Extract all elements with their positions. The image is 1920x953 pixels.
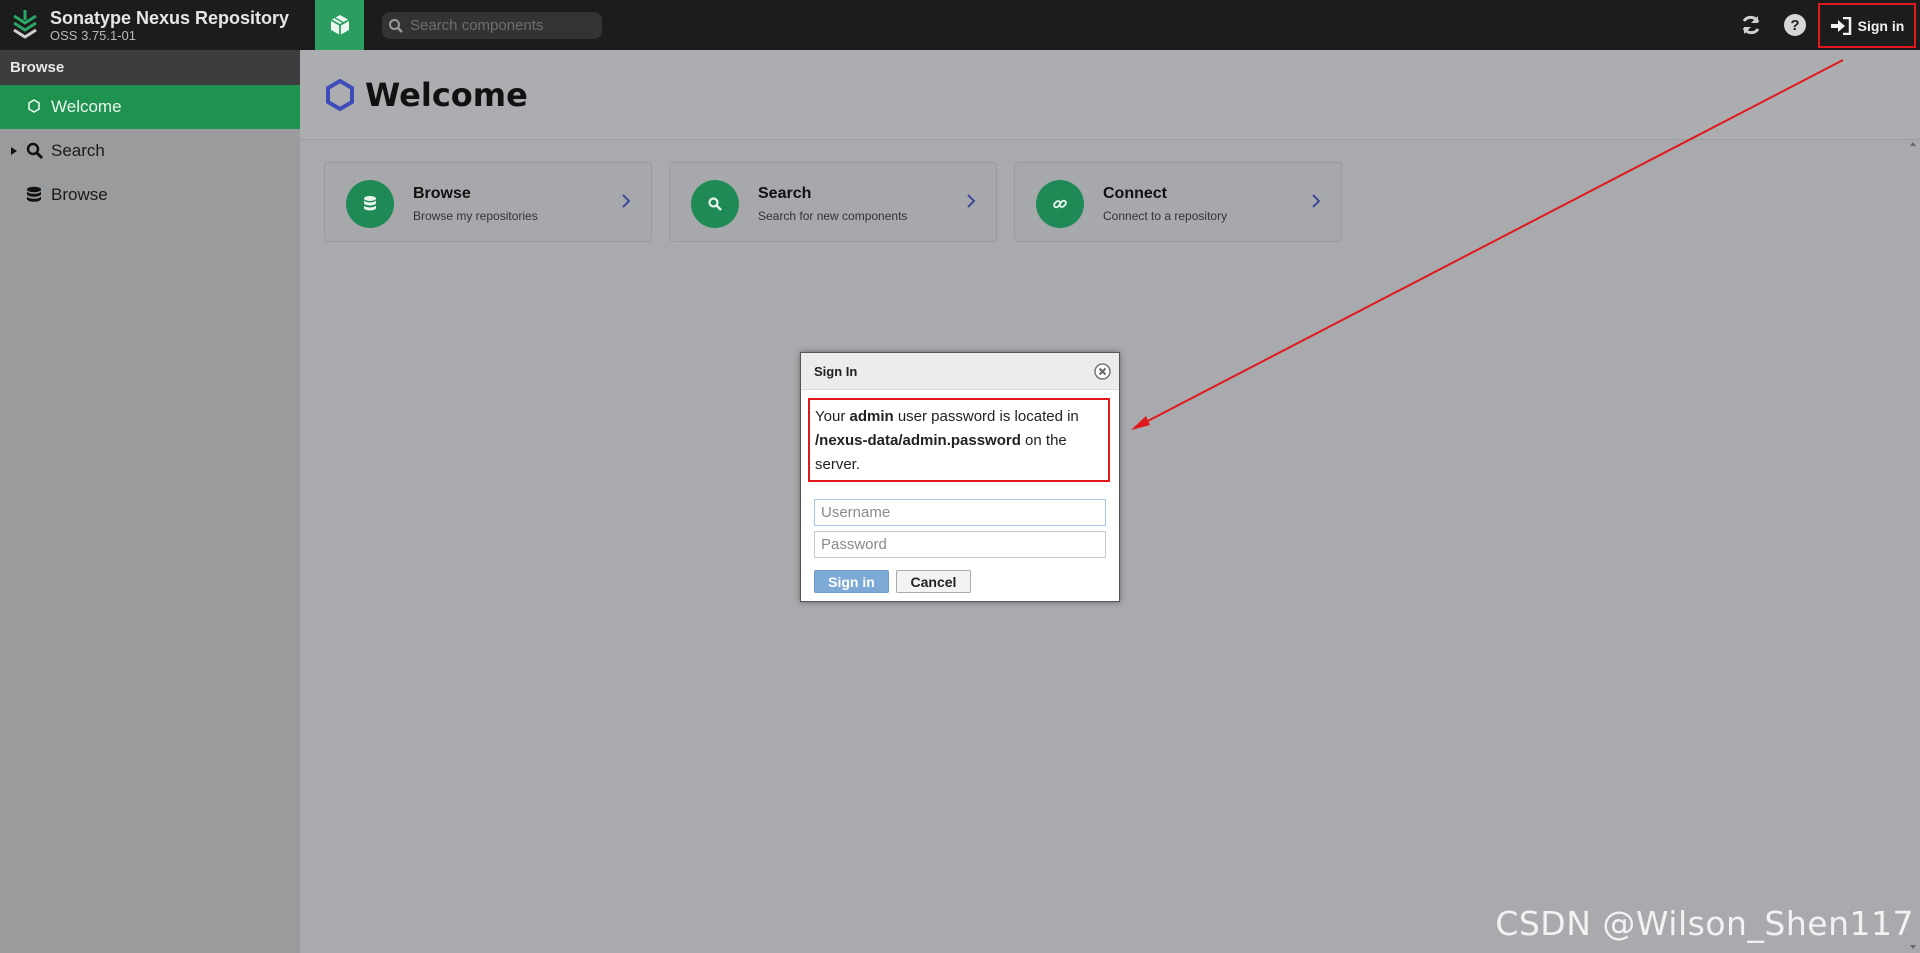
brand[interactable]: Sonatype Nexus Repository OSS 3.75.1-01 [10, 6, 289, 44]
page-title: Welcome [365, 75, 528, 114]
search-icon [26, 142, 44, 160]
notice-text: user password is located in [893, 408, 1079, 425]
connect-card-icon-circle [1036, 180, 1084, 228]
card-title: Search [758, 185, 812, 202]
sign-in-dialog: Sign In Your admin user password is loca… [800, 352, 1120, 602]
sign-in-button[interactable]: Sign in [814, 570, 889, 593]
page-header: Welcome [300, 50, 1920, 140]
scroll-down-arrow[interactable] [1910, 945, 1916, 949]
sidebar-item-welcome[interactable]: Welcome [0, 85, 300, 129]
top-header: Sonatype Nexus Repository OSS 3.75.1-01 … [0, 0, 1920, 50]
chevron-right-icon [622, 194, 631, 208]
sidebar-item-label: Welcome [51, 97, 122, 116]
browse-mode-button[interactable] [315, 0, 364, 50]
close-icon[interactable] [1094, 363, 1111, 380]
cancel-button[interactable]: Cancel [896, 570, 971, 593]
sidebar-item-label: Search [51, 141, 105, 160]
notice-text: Your [815, 408, 850, 425]
search-icon [389, 18, 403, 33]
dialog-header: Sign In [801, 353, 1119, 390]
scroll-up-arrow[interactable] [1910, 142, 1916, 146]
cube-icon [330, 15, 349, 35]
chevron-right-icon [1312, 194, 1321, 208]
sidebar-item-label: Browse [51, 185, 108, 204]
help-button[interactable]: ? [1781, 11, 1809, 39]
search-components-input[interactable] [410, 17, 590, 34]
search-card-icon-circle [691, 180, 739, 228]
sidebar-item-search[interactable]: Search [0, 129, 300, 173]
password-field[interactable] [814, 531, 1106, 558]
database-icon [27, 186, 41, 202]
sidebar-item-browse[interactable]: Browse [0, 173, 300, 217]
notice-admin: admin [849, 408, 894, 425]
nexus-logo-icon [13, 10, 37, 39]
search-components-box[interactable] [382, 12, 602, 39]
browse-card-icon-circle [346, 180, 394, 228]
svg-text:?: ? [1790, 17, 1799, 34]
search-card[interactable]: Search Search for new components [669, 162, 997, 242]
card-subtitle: Browse my repositories [413, 209, 538, 223]
app-version: OSS 3.75.1-01 [50, 27, 136, 43]
sidebar: Browse Welcome Search Browse [0, 50, 300, 953]
app-title: Sonatype Nexus Repository [50, 7, 290, 28]
search-icon [708, 197, 722, 211]
feature-cards: Browse Browse my repositories Search Sea… [324, 162, 1342, 242]
notice-password-path: /nexus-data/admin.password [815, 432, 1021, 449]
username-field[interactable] [814, 499, 1106, 526]
browse-card[interactable]: Browse Browse my repositories [324, 162, 652, 242]
database-icon [364, 196, 376, 211]
help-icon: ? [1784, 14, 1806, 36]
admin-password-notice: Your admin user password is located in /… [808, 398, 1110, 482]
sidebar-section-title: Browse [0, 50, 300, 85]
dialog-title: Sign In [814, 364, 858, 379]
link-icon [1053, 199, 1067, 209]
header-sign-in-button[interactable]: Sign in [1818, 3, 1916, 48]
expand-caret-icon[interactable] [10, 146, 18, 156]
card-subtitle: Search for new components [758, 209, 908, 223]
card-title: Connect [1103, 185, 1167, 202]
refresh-button[interactable] [1737, 11, 1765, 39]
hexagon-icon [28, 99, 40, 113]
sign-in-icon [1830, 16, 1851, 35]
refresh-icon [1742, 15, 1760, 35]
connect-card[interactable]: Connect Connect to a repository [1014, 162, 1342, 242]
card-title: Browse [413, 185, 471, 202]
hexagon-icon [326, 78, 354, 111]
header-sign-in-label: Sign in [1857, 17, 1905, 34]
watermark: CSDN @Wilson_Shen117 [1495, 904, 1914, 943]
chevron-right-icon [967, 194, 976, 208]
card-subtitle: Connect to a repository [1103, 209, 1228, 223]
